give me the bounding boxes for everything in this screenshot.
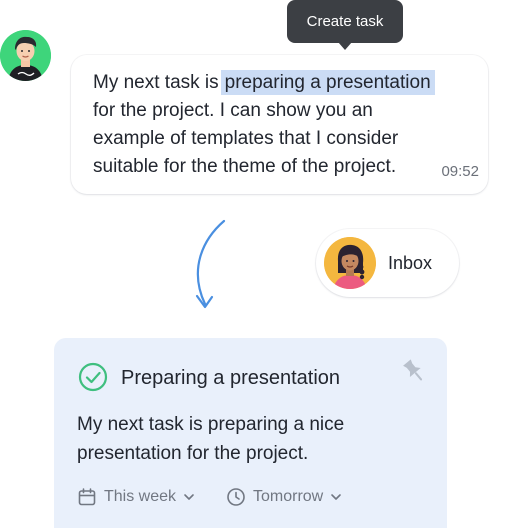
- task-description-line-2: presentation for the project.: [77, 443, 309, 464]
- chat-to-task-illustration: Create task My next task is preparing a p…: [0, 0, 511, 528]
- reminder-dropdown[interactable]: Tomorrow: [226, 486, 342, 508]
- message-line-3: example of templates that I consider: [93, 128, 399, 149]
- check-circle-icon[interactable]: [78, 362, 108, 392]
- chevron-down-icon: [331, 494, 342, 500]
- clock-icon: [227, 488, 245, 506]
- message-line-4: suitable for the theme of the project.: [93, 156, 397, 177]
- tooltip-tail: [338, 42, 352, 50]
- inbox-label: Inbox: [388, 253, 433, 273]
- message-line-1: My next task is preparing a presentation: [93, 69, 435, 97]
- chevron-down-icon: [184, 494, 194, 500]
- inbox-avatar-illustration: [324, 237, 376, 289]
- message-line-2: for the project. I can show you an: [93, 100, 373, 121]
- task-description-line-1: My next task is preparing a nice: [77, 414, 345, 435]
- task-card[interactable]: Preparing a presentation My next task is…: [54, 338, 447, 528]
- sender-avatar-illustration: [0, 30, 51, 81]
- chat-message: My next task is preparing a presentation …: [71, 55, 488, 194]
- message-text-start: My next task is: [93, 72, 219, 93]
- inbox-avatar: [324, 237, 376, 289]
- curved-arrow-down-icon: [195, 219, 226, 309]
- pin-icon[interactable]: [399, 356, 429, 386]
- sender-avatar[interactable]: [0, 30, 51, 81]
- tooltip-label: Create task: [306, 13, 384, 30]
- inbox-chip[interactable]: Inbox: [316, 229, 459, 297]
- due-date-label: This week: [104, 488, 177, 505]
- task-title: Preparing a presentation: [121, 367, 341, 389]
- highlighted-text-selection[interactable]: preparing a presentation: [220, 70, 435, 95]
- create-task-tooltip[interactable]: Create task: [287, 0, 403, 43]
- message-timestamp: 09:52: [441, 163, 479, 180]
- reminder-label: Tomorrow: [253, 488, 324, 505]
- due-date-dropdown[interactable]: This week: [77, 486, 195, 508]
- calendar-icon: [78, 488, 96, 506]
